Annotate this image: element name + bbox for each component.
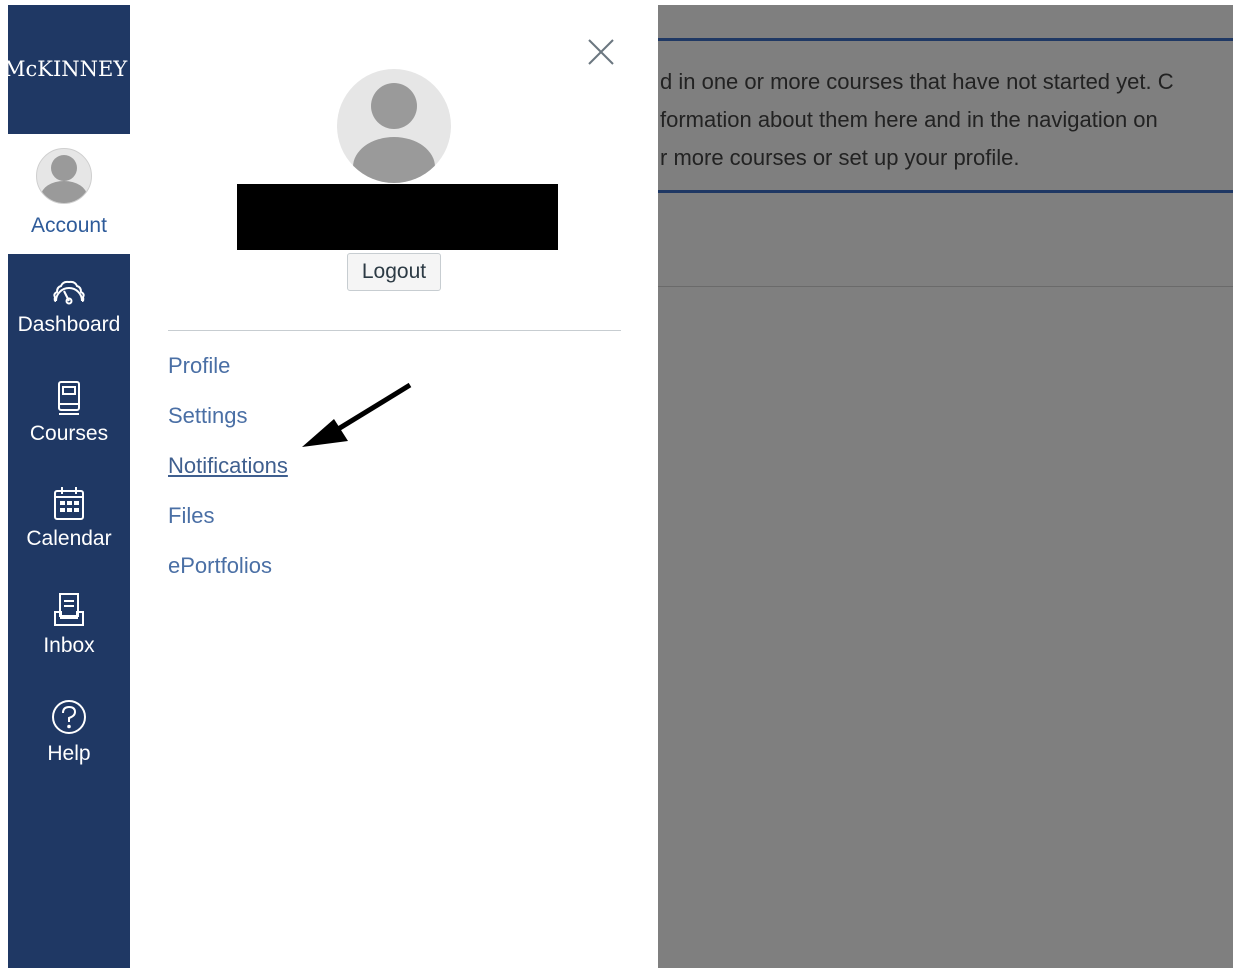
tray-divider: [168, 330, 621, 331]
tray-link-profile[interactable]: Profile: [168, 353, 230, 379]
nav-item-dashboard[interactable]: Dashboard: [8, 277, 130, 337]
redacted-user-name: [237, 184, 558, 250]
courses-notice: d in one or more courses that have not s…: [658, 38, 1233, 193]
profile-avatar: [337, 69, 451, 183]
notice-line-1: d in one or more courses that have not s…: [660, 69, 1174, 94]
nav-item-inbox[interactable]: Inbox: [8, 592, 130, 658]
nav-item-calendar-label: Calendar: [26, 527, 112, 550]
pointer-arrow-icon: [302, 382, 412, 447]
institution-logo[interactable]: McKINNEY: [8, 5, 130, 134]
inbox-icon: [54, 593, 84, 626]
close-tray-button[interactable]: [584, 35, 618, 69]
logout-button[interactable]: Logout: [347, 253, 441, 291]
nav-item-dashboard-label: Dashboard: [17, 313, 121, 336]
account-avatar-icon: [36, 148, 92, 204]
tray-link-eportfolios[interactable]: ePortfolios: [168, 553, 272, 579]
content-divider: [658, 286, 1233, 287]
tray-link-notifications[interactable]: Notifications: [168, 453, 288, 479]
nav-item-courses-label: Courses: [29, 422, 109, 445]
nav-item-calendar[interactable]: Calendar: [8, 485, 130, 551]
nav-item-account[interactable]: Account: [8, 134, 130, 254]
nav-item-account-label: Account: [31, 214, 107, 237]
nav-item-courses[interactable]: Courses: [8, 380, 130, 446]
nav-item-help-label: Help: [47, 742, 91, 765]
dimmed-page-content: d in one or more courses that have not s…: [658, 5, 1233, 968]
notice-line-3: r more courses or set up your profile.: [660, 145, 1020, 170]
close-icon: [588, 39, 614, 65]
tray-link-files[interactable]: Files: [168, 503, 214, 529]
courses-icon: [58, 381, 80, 415]
calendar-icon: [54, 487, 84, 520]
dashboard-icon: [53, 280, 85, 305]
nav-item-help[interactable]: Help: [8, 698, 130, 766]
account-tray: Logout Profile Settings Notifications Fi…: [130, 5, 658, 968]
notice-line-2: formation about them here and in the nav…: [660, 107, 1158, 132]
global-navigation: McKINNEY Account Dashboard Courses Calen…: [8, 5, 130, 968]
nav-item-inbox-label: Inbox: [43, 634, 95, 657]
help-icon: [52, 700, 86, 734]
logo-text: McKINNEY: [8, 57, 128, 81]
tray-link-settings[interactable]: Settings: [168, 403, 248, 429]
page: McKINNEY Account Dashboard Courses Calen…: [0, 0, 1233, 968]
